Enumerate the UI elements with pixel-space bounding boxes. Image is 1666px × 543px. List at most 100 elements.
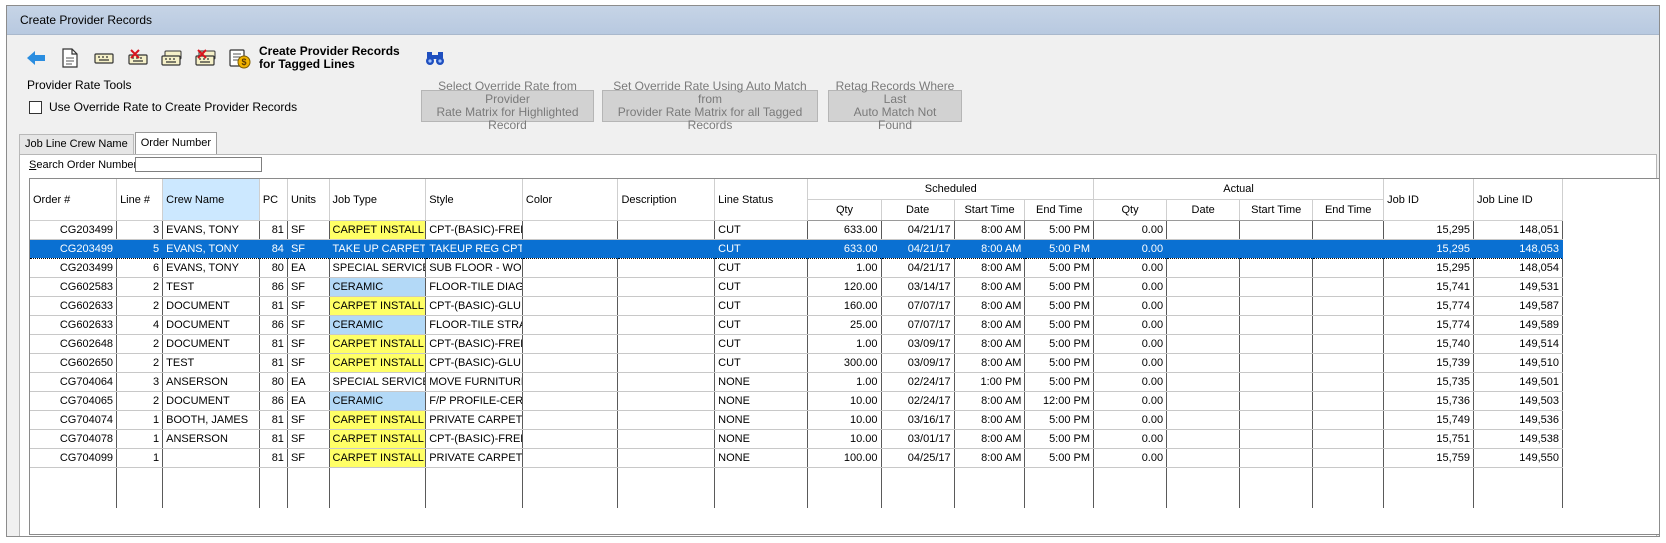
cell-pc[interactable]: 81 — [259, 429, 288, 449]
col-header-description[interactable]: Description — [617, 179, 716, 221]
cell-units[interactable]: EA — [287, 372, 330, 392]
cell-sched-start[interactable]: 8:00 AM — [954, 277, 1026, 297]
cell-crew-name[interactable]: DOCUMENT — [162, 391, 260, 411]
cell-line-status[interactable]: CUT — [714, 239, 809, 259]
cell-sched-qty[interactable]: 300.00 — [807, 353, 882, 373]
cell-job-id[interactable]: 15,740 — [1383, 334, 1475, 354]
cell-description[interactable] — [617, 315, 716, 335]
table-row[interactable]: CG602633 2 DOCUMENT 81 SF CARPET INSTALL CPT-(… — [30, 296, 1563, 316]
cell-sched-end[interactable]: 5:00 PM — [1024, 296, 1095, 316]
col-header-line-status[interactable]: Line Status — [714, 179, 809, 221]
cell-job-type[interactable]: SPECIAL SERVICE — [329, 372, 427, 392]
col-header-crew-name[interactable]: Crew Name — [162, 179, 260, 221]
cell-order[interactable]: CG203499 — [30, 258, 118, 278]
cell-act-start[interactable] — [1239, 410, 1314, 430]
cell-job-id[interactable]: 15,749 — [1383, 410, 1475, 430]
cell-units[interactable]: SF — [287, 334, 330, 354]
cell-order[interactable]: CG704099 — [30, 448, 118, 468]
table-row[interactable]: CG602650 2 TEST 81 SF CARPET INSTALL CPT-(BASI… — [30, 353, 1563, 373]
col-header-sched-date[interactable]: Date — [881, 199, 955, 221]
cell-units[interactable]: SF — [287, 239, 330, 259]
cell-sched-date[interactable]: 04/21/17 — [881, 239, 955, 259]
cell-description[interactable] — [617, 258, 716, 278]
cell-color[interactable] — [522, 277, 619, 297]
cell-job-type[interactable]: CARPET INSTALL — [329, 410, 427, 430]
cell-units[interactable]: SF — [287, 277, 330, 297]
cell-job-line-id[interactable]: 149,514 — [1473, 334, 1563, 354]
cell-act-date[interactable] — [1166, 220, 1241, 240]
cell-job-line-id[interactable]: 149,550 — [1473, 448, 1563, 468]
cell-color[interactable] — [522, 391, 619, 411]
cell-job-type[interactable]: CARPET INSTALL — [329, 334, 427, 354]
cell-job-id[interactable]: 15,774 — [1383, 296, 1475, 316]
cell-color[interactable] — [522, 315, 619, 335]
select-override-rate-button[interactable]: Select Override Rate from Provider Rate … — [421, 80, 594, 132]
cell-style[interactable]: TAKEUP REG CPT — [425, 239, 523, 259]
cell-color[interactable] — [522, 296, 619, 316]
cell-sched-qty[interactable]: 25.00 — [807, 315, 882, 335]
cell-line[interactable]: 3 — [116, 372, 164, 392]
cell-act-start[interactable] — [1239, 296, 1314, 316]
cell-act-end[interactable] — [1312, 429, 1385, 449]
cell-act-start[interactable] — [1239, 429, 1314, 449]
cell-style[interactable]: MOVE FURNITURE — [425, 372, 523, 392]
cell-job-id[interactable]: 15,295 — [1383, 258, 1475, 278]
col-header-sched-qty[interactable]: Qty — [807, 199, 882, 221]
table-row[interactable]: CG203499 5 EVANS, TONY 84 SF TAKE UP CARPET TA… — [30, 239, 1563, 259]
cell-crew-name[interactable]: EVANS, TONY — [162, 220, 260, 240]
cell-act-qty[interactable]: 0.00 — [1093, 410, 1168, 430]
cell-sched-end[interactable]: 5:00 PM — [1024, 410, 1095, 430]
cell-act-end[interactable] — [1312, 410, 1385, 430]
cell-sched-qty[interactable]: 633.00 — [807, 239, 882, 259]
cell-sched-qty[interactable]: 160.00 — [807, 296, 882, 316]
cell-description[interactable] — [617, 334, 716, 354]
col-header-job-line-id[interactable]: Job Line ID — [1473, 179, 1563, 221]
cell-order[interactable]: CG602633 — [30, 315, 118, 335]
cell-pc[interactable]: 81 — [259, 296, 288, 316]
cell-job-line-id[interactable]: 148,051 — [1473, 220, 1563, 240]
cell-line[interactable]: 1 — [116, 429, 164, 449]
override-rate-checkbox[interactable] — [29, 100, 42, 114]
cell-job-id[interactable]: 15,759 — [1383, 448, 1475, 468]
tab-job-line-crew-name[interactable]: Job Line Crew Name — [19, 134, 134, 154]
cell-order[interactable]: CG602648 — [30, 334, 118, 354]
cell-act-start[interactable] — [1239, 315, 1314, 335]
cell-job-line-id[interactable]: 149,501 — [1473, 372, 1563, 392]
cell-order[interactable]: CG602633 — [30, 296, 118, 316]
cell-sched-start[interactable]: 8:00 AM — [954, 353, 1026, 373]
cell-act-end[interactable] — [1312, 315, 1385, 335]
cell-color[interactable] — [522, 372, 619, 392]
cell-act-date[interactable] — [1166, 391, 1241, 411]
cell-sched-qty[interactable]: 100.00 — [807, 448, 882, 468]
cell-sched-date[interactable]: 02/24/17 — [881, 391, 955, 411]
cell-sched-qty[interactable]: 10.00 — [807, 410, 882, 430]
cell-act-start[interactable] — [1239, 334, 1314, 354]
cell-sched-start[interactable]: 8:00 AM — [954, 334, 1026, 354]
cell-sched-qty[interactable]: 633.00 — [807, 220, 882, 240]
cell-line-status[interactable]: NONE — [714, 429, 809, 449]
cell-job-type[interactable]: CERAMIC — [329, 315, 427, 335]
cell-color[interactable] — [522, 258, 619, 278]
cell-crew-name[interactable]: DOCUMENT — [162, 334, 260, 354]
cell-crew-name[interactable]: ANSERSON — [162, 429, 260, 449]
cell-act-qty[interactable]: 0.00 — [1093, 296, 1168, 316]
table-row[interactable]: CG602648 2 DOCUMENT 81 SF CARPET INSTALL CPT-(… — [30, 334, 1563, 354]
cell-job-type[interactable]: CERAMIC — [329, 391, 427, 411]
table-row[interactable]: CG704074 1 BOOTH, JAMES 81 SF CARPET INSTALL P… — [30, 410, 1563, 430]
cell-job-type[interactable]: CERAMIC — [329, 277, 427, 297]
cell-job-type[interactable]: CARPET INSTALL — [329, 429, 427, 449]
cell-pc[interactable]: 80 — [259, 258, 288, 278]
cell-act-qty[interactable]: 0.00 — [1093, 429, 1168, 449]
cell-units[interactable]: SF — [287, 315, 330, 335]
cell-style[interactable]: PRIVATE CARPET — [425, 410, 523, 430]
cell-act-end[interactable] — [1312, 277, 1385, 297]
cell-sched-start[interactable]: 8:00 AM — [954, 239, 1026, 259]
cell-crew-name[interactable]: BOOTH, JAMES — [162, 410, 260, 430]
cell-job-id[interactable]: 15,735 — [1383, 372, 1475, 392]
col-header-pc[interactable]: PC — [259, 179, 288, 221]
cell-crew-name[interactable] — [162, 448, 260, 468]
cell-description[interactable] — [617, 391, 716, 411]
override-rate-checkbox-row[interactable]: Use Override Rate to Create Provider Rec… — [29, 100, 297, 114]
cell-order[interactable]: CG602583 — [30, 277, 118, 297]
cell-description[interactable] — [617, 277, 716, 297]
